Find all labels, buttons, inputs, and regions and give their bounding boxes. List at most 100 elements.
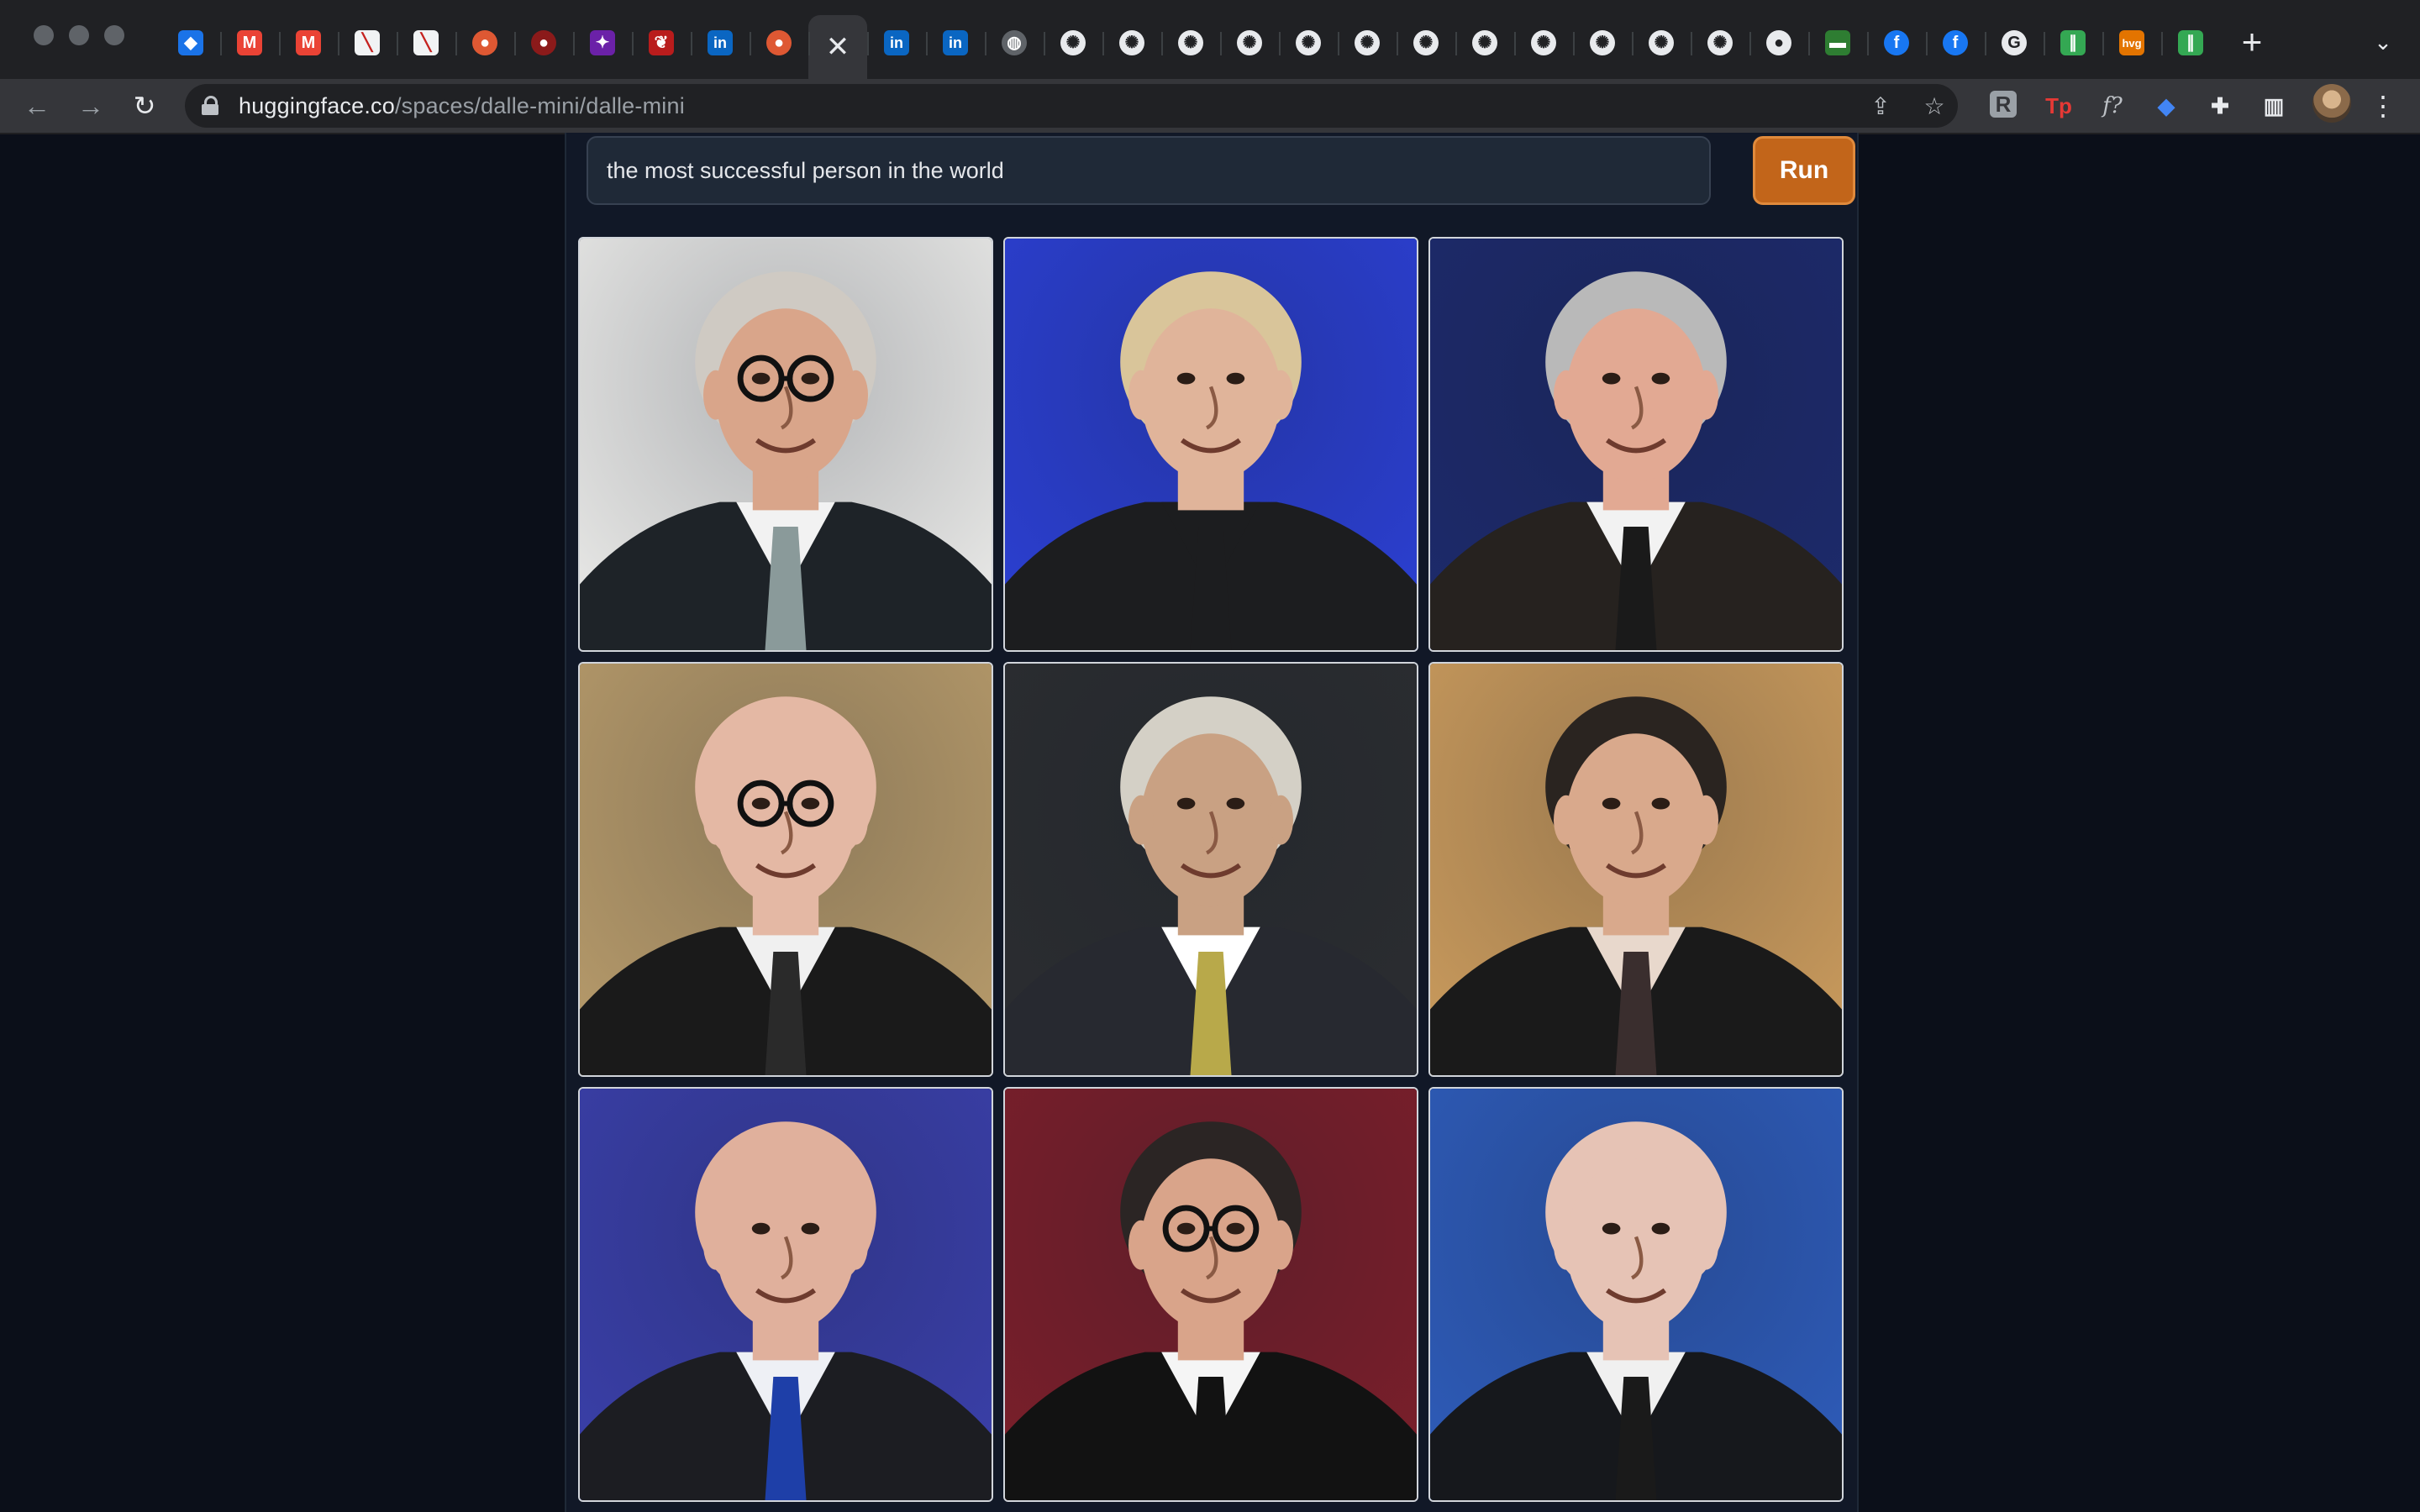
run-button[interactable]: Run [1753, 136, 1855, 205]
profile-avatar[interactable] [2312, 84, 2351, 123]
tp-icon[interactable]: Tp [2044, 91, 2074, 121]
result-image-9[interactable] [1428, 1087, 1844, 1502]
lock-icon[interactable] [202, 96, 218, 115]
gmail-icon: M [296, 30, 321, 55]
green-card-icon: ▬ [1825, 30, 1850, 55]
browser-tab[interactable]: ✺ [1632, 15, 1691, 71]
papers-icon: ╲ [355, 30, 380, 55]
font-finder-icon[interactable]: f? [2097, 91, 2128, 121]
portrait-thumbnail [1005, 239, 1417, 650]
browser-tab[interactable]: ▬ [1808, 15, 1867, 71]
browser-tab[interactable]: ╲ [397, 15, 455, 71]
browser-tab[interactable]: ✕ [808, 15, 867, 79]
browser-tab[interactable]: f [1926, 15, 1985, 71]
browser-tab[interactable]: in [926, 15, 985, 71]
browser-tab[interactable]: ✺ [1220, 15, 1279, 71]
reload-button[interactable]: ↻ [124, 86, 165, 126]
browser-tab[interactable]: ● [455, 15, 514, 71]
minimize-window-button[interactable] [69, 25, 89, 45]
browser-tab[interactable]: in [691, 15, 750, 71]
github-icon: ● [1766, 30, 1791, 55]
diamond-icon[interactable]: ◆ [2151, 91, 2181, 121]
result-image-6[interactable] [1428, 662, 1844, 1077]
browser-tab[interactable]: ✺ [1161, 15, 1220, 71]
puzzle-icon[interactable]: ✚ [2205, 91, 2235, 121]
url-text[interactable]: huggingface.co/spaces/dalle-mini/dalle-m… [239, 84, 685, 128]
chrome-menu-button[interactable]: ⋮ [2363, 86, 2403, 126]
browser-tab[interactable]: ╲ [338, 15, 397, 71]
portrait-thumbnail [1430, 1089, 1842, 1500]
browser-tab[interactable]: ✺ [1397, 15, 1455, 71]
gmail-icon: M [237, 30, 262, 55]
portrait-thumbnail [1430, 664, 1842, 1075]
result-image-1[interactable] [578, 237, 993, 652]
side-panel-icon[interactable]: ▥ [2259, 91, 2289, 121]
browser-tab[interactable]: f [1867, 15, 1926, 71]
duckduckgo-icon: ● [472, 30, 497, 55]
browser-tab[interactable]: ◆ [161, 15, 220, 71]
browser-tab[interactable]: ∥ [2161, 15, 2220, 71]
browser-tab[interactable]: G [1985, 15, 2044, 71]
results-gallery [578, 237, 1844, 1502]
window-controls [34, 25, 124, 45]
result-image-7[interactable] [578, 1087, 993, 1502]
browser-tab[interactable]: M [220, 15, 279, 71]
teal-slash-icon: ∥ [2178, 30, 2203, 55]
new-tab-button[interactable]: + [2235, 18, 2269, 66]
tab-search-button[interactable]: ⌄ [2368, 25, 2398, 59]
facebook-icon: f [1884, 30, 1909, 55]
browser-tab[interactable]: ✺ [1691, 15, 1749, 71]
tab-list: ◆ M M ╲ ╲ ● ● ✦ ❦ in ● ✕ in in ◍ ✺ ✺ ✺ ✺ ✺ ✺ ✺ ✺ ✺ ✺ ✺ ✺ ● ▬ f f G ∥ hvg ∥ [161, 15, 2220, 79]
result-image-5[interactable] [1003, 662, 1418, 1077]
result-image-2[interactable] [1003, 237, 1418, 652]
raindrop-icon[interactable]: R [1990, 91, 2017, 118]
result-image-8[interactable] [1003, 1087, 1418, 1502]
linkedin-icon: in [884, 30, 909, 55]
prompt-input[interactable]: the most successful person in the world [587, 136, 1711, 205]
browser-tab[interactable]: ● [514, 15, 573, 71]
result-image-4[interactable] [578, 662, 993, 1077]
browser-tab[interactable]: in [867, 15, 926, 71]
openai-icon: ✺ [1355, 30, 1380, 55]
openai-icon: ✺ [1296, 30, 1321, 55]
browser-toolbar: ← → ↻ huggingface.co/spaces/dalle-mini/d… [0, 79, 2420, 134]
bookmark-star-icon[interactable]: ☆ [1919, 91, 1949, 121]
browser-tab[interactable]: hvg [2102, 15, 2161, 71]
teal-slash-icon: ∥ [2060, 30, 2086, 55]
openai-icon: ✺ [1590, 30, 1615, 55]
globe-icon: ◍ [1002, 30, 1027, 55]
browser-tab[interactable]: ✺ [1044, 15, 1102, 71]
portrait-thumbnail [580, 1089, 992, 1500]
record-icon: ● [531, 30, 556, 55]
browser-tab[interactable]: ❦ [632, 15, 691, 71]
browser-tab[interactable]: ✺ [1102, 15, 1161, 71]
linkedin-icon: in [708, 30, 733, 55]
browser-tab[interactable]: ✺ [1514, 15, 1573, 71]
forward-button[interactable]: → [71, 86, 111, 126]
openai-icon: ✺ [1178, 30, 1203, 55]
openai-icon: ✺ [1707, 30, 1733, 55]
url-path: /spaces/dalle-mini/dalle-mini [394, 93, 685, 118]
browser-tab[interactable]: ∥ [2044, 15, 2102, 71]
close-window-button[interactable] [34, 25, 54, 45]
share-icon[interactable]: ⇪ [1865, 91, 1896, 121]
browser-tab[interactable]: ◍ [985, 15, 1044, 71]
back-button[interactable]: ← [17, 86, 57, 126]
browser-tab[interactable]: M [279, 15, 338, 71]
address-bar[interactable]: huggingface.co/spaces/dalle-mini/dalle-m… [185, 84, 1958, 128]
portrait-thumbnail [580, 239, 992, 650]
maximize-window-button[interactable] [104, 25, 124, 45]
close-icon[interactable]: ✕ [825, 33, 850, 61]
browser-tab[interactable]: ✺ [1573, 15, 1632, 71]
browser-tab[interactable]: ✺ [1279, 15, 1338, 71]
openai-icon: ✺ [1472, 30, 1497, 55]
purple-app-icon: ✦ [590, 30, 615, 55]
hvg-icon: hvg [2119, 30, 2144, 55]
browser-tab[interactable]: ✺ [1455, 15, 1514, 71]
browser-tab[interactable]: ● [750, 15, 808, 71]
facebook-icon: f [1943, 30, 1968, 55]
browser-tab[interactable]: ✦ [573, 15, 632, 71]
browser-tab[interactable]: ● [1749, 15, 1808, 71]
result-image-3[interactable] [1428, 237, 1844, 652]
browser-tab[interactable]: ✺ [1338, 15, 1397, 71]
